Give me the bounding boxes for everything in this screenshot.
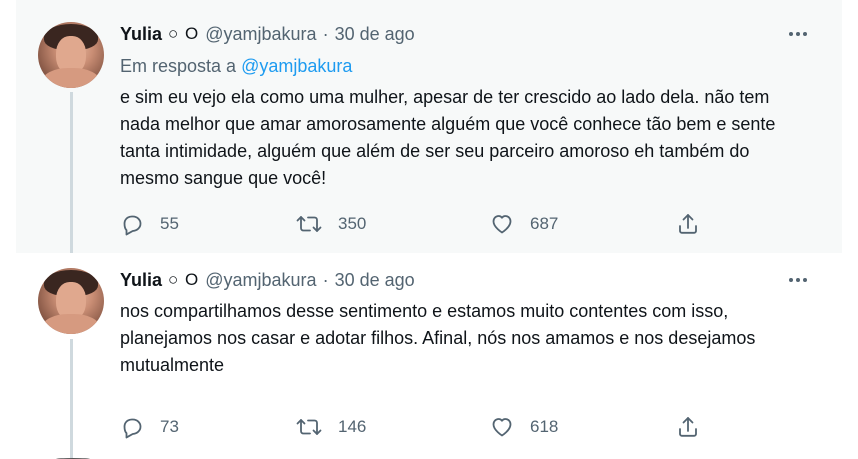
tweet-actions: 55 350 687	[120, 210, 720, 238]
thread-line	[70, 339, 73, 453]
share-icon	[679, 417, 697, 437]
separator-dot: ·	[322, 23, 329, 44]
share-button[interactable]	[676, 415, 700, 439]
more-dots-svg	[789, 278, 807, 282]
reply-button[interactable]: 73	[120, 415, 179, 439]
tweet-date[interactable]: 30 de ago	[335, 24, 415, 45]
next-tweet-edge	[16, 453, 842, 459]
tweet[interactable]: Yulia ○ O @yamjbakura · 30 de ago Em res…	[16, 0, 842, 253]
thread-line	[70, 92, 73, 253]
more-horizontal-icon[interactable]	[784, 268, 812, 292]
reply-bubble-icon	[123, 215, 142, 236]
tweet-content: Yulia ○ O @yamjbakura · 30 de ago nos co…	[120, 268, 826, 439]
reply-prefix: Em resposta a	[120, 56, 237, 76]
like-count: 618	[530, 417, 559, 436]
heart-icon	[492, 418, 512, 437]
share-button[interactable]	[676, 212, 700, 236]
reply-count: 73	[160, 417, 179, 436]
reply-bubble-icon	[123, 418, 142, 439]
tweet-date[interactable]: 30 de ago	[335, 270, 415, 291]
author-name[interactable]: Yulia	[120, 24, 162, 45]
author-handle[interactable]: @yamjbakura	[205, 270, 316, 291]
reply-button[interactable]: 55	[120, 212, 179, 236]
like-count: 687	[530, 214, 559, 233]
avatar-body	[42, 314, 100, 334]
timeline: Yulia ○ O @yamjbakura · 30 de ago Em res…	[0, 0, 858, 459]
like-button[interactable]: 618	[490, 415, 558, 439]
heart-icon	[492, 215, 512, 234]
reply-context: Em resposta a @yamjbakura	[120, 54, 826, 78]
retweet-button[interactable]: 350	[296, 212, 366, 236]
retweet-button[interactable]: 146	[296, 415, 366, 439]
author-name[interactable]: Yulia	[120, 270, 162, 291]
more-horizontal-icon[interactable]	[784, 22, 812, 46]
author-emoji: ○ O	[168, 270, 200, 289]
tweet-header: Yulia ○ O @yamjbakura · 30 de ago	[120, 268, 826, 292]
retweet-icon	[296, 216, 322, 232]
reply-count: 55	[160, 214, 179, 233]
reply-mention-link[interactable]: @yamjbakura	[241, 56, 352, 76]
share-icon	[679, 214, 697, 234]
avatar[interactable]	[38, 268, 104, 334]
tweet-actions: 73 146 618	[120, 413, 720, 441]
avatar-body	[42, 68, 100, 88]
retweet-count: 350	[338, 214, 367, 233]
like-button[interactable]: 687	[490, 212, 558, 236]
tweet-text: e sim eu vejo ela como uma mulher, apesa…	[120, 87, 776, 188]
tweet-header: Yulia ○ O @yamjbakura · 30 de ago	[120, 22, 826, 46]
avatar[interactable]	[38, 22, 104, 88]
retweet-icon	[296, 419, 322, 435]
author-handle[interactable]: @yamjbakura	[205, 24, 316, 45]
separator-dot: ·	[322, 269, 329, 290]
tweet-text: nos compartilhamos desse sentimento e es…	[120, 301, 756, 375]
tweet-content: Yulia ○ O @yamjbakura · 30 de ago Em res…	[120, 22, 826, 236]
tweet[interactable]: Yulia ○ O @yamjbakura · 30 de ago nos co…	[16, 253, 842, 453]
author-emoji: ○ O	[168, 24, 200, 43]
retweet-count: 146	[338, 417, 367, 436]
more-dots-svg	[789, 32, 807, 36]
